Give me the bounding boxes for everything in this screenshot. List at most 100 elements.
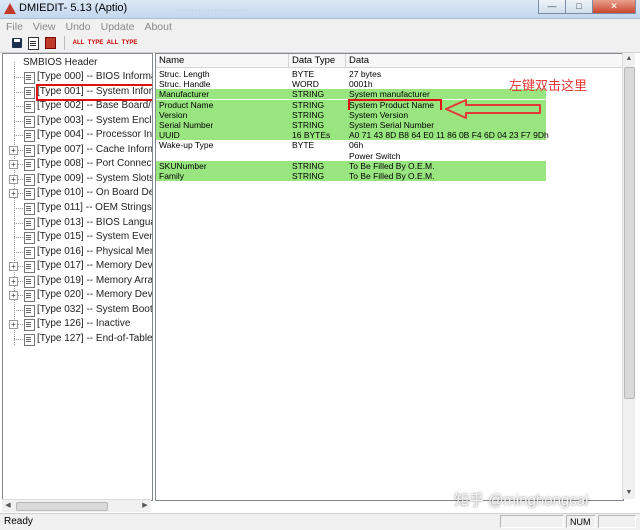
tree-item[interactable]: [Type 000] -- BIOS Informa <box>3 70 152 84</box>
expand-icon[interactable]: + <box>9 174 18 184</box>
tree-item[interactable]: [Type 004] -- Processor Info <box>3 128 152 143</box>
tree-item[interactable]: + [Type 017] -- Memory Devi <box>3 259 152 274</box>
cell-name: Struc. Length <box>159 69 210 79</box>
expand-icon[interactable]: + <box>9 276 18 286</box>
menu-view[interactable]: View <box>28 21 61 33</box>
table-row[interactable]: Wake-up Type BYTE 06h <box>156 140 546 150</box>
type-2-button[interactable]: TYPE <box>122 36 138 51</box>
document-icon <box>24 275 35 288</box>
tree-connector-line <box>14 338 23 340</box>
tree-item[interactable]: + [Type 126] -- Inactive <box>3 317 152 332</box>
tree-item[interactable]: [Type 015] -- System Event <box>3 230 153 245</box>
table-row[interactable]: SKUNumber STRING To Be Filled By O.E.M. <box>156 160 546 171</box>
document-icon <box>24 86 35 99</box>
cell-data-type: BYTE <box>292 69 315 79</box>
all-1-button[interactable]: ALL <box>71 36 86 51</box>
tree-connector-line <box>14 106 23 108</box>
column-header-data-type[interactable]: Data Type <box>289 54 346 67</box>
document-icon <box>24 333 35 346</box>
tree-item[interactable]: [Type 011] -- OEM Strings <box>3 201 152 215</box>
close-button[interactable]: ✕ <box>592 0 636 14</box>
tree-connector-line <box>14 222 23 224</box>
tree-item[interactable]: [Type 016] -- Physical Mem <box>3 245 152 259</box>
cell-name: Family <box>159 171 185 181</box>
tree-scroll-thumb[interactable] <box>16 502 108 511</box>
expand-icon[interactable]: + <box>9 320 18 330</box>
expand-icon[interactable]: + <box>9 291 18 301</box>
tree-connector-line <box>18 178 23 180</box>
menu-about[interactable]: About <box>139 21 176 33</box>
tree-item-label: [Type 011] -- OEM Strings <box>37 201 152 213</box>
menu-file[interactable]: File <box>0 21 28 33</box>
smbios-tree[interactable]: SMBIOS Header [Type 000] -- BIOS Informa… <box>2 53 153 501</box>
tree-item[interactable]: [Type 032] -- System Boot I <box>3 303 152 317</box>
save-button[interactable] <box>9 36 24 51</box>
all-2-icon: ALL <box>106 40 119 46</box>
all-1-icon: ALL <box>72 40 85 46</box>
save-icon <box>11 38 22 48</box>
tree-item-label: [Type 020] -- Memory Devi <box>37 289 153 301</box>
tree-item-label: [Type 008] -- Port Connecto <box>37 158 153 170</box>
cell-data: 0001h <box>349 79 373 90</box>
menu-undo[interactable]: Undo <box>61 21 96 33</box>
table-scroll-thumb[interactable] <box>624 67 635 399</box>
tree-item[interactable]: [Type 013] -- BIOS Languag <box>3 216 152 230</box>
minimize-button[interactable]: — <box>538 0 566 14</box>
tree-root[interactable]: SMBIOS Header <box>3 56 152 70</box>
table-header: Name Data Type Data <box>156 54 623 68</box>
table-row[interactable]: Serial Number STRING System Serial Number <box>156 120 546 130</box>
tree-item[interactable]: [Type 001] -- System Inform <box>3 83 152 101</box>
copy-button[interactable] <box>26 36 41 51</box>
table-row[interactable]: Power Switch <box>156 151 546 161</box>
tree-item[interactable]: + [Type 010] -- On Board Dev <box>3 186 152 201</box>
tree-connector-line <box>14 251 23 253</box>
scroll-right-icon[interactable]: ▶ <box>139 500 151 512</box>
tree-item-label: [Type 015] -- System Event <box>37 231 153 243</box>
tree-item[interactable]: + [Type 019] -- Memory Arra <box>3 274 152 288</box>
cell-data-type: STRING <box>292 109 325 120</box>
maximize-button[interactable]: □ <box>565 0 593 14</box>
tree-connector-line <box>18 193 23 195</box>
column-header-data[interactable]: Data <box>346 54 623 67</box>
scroll-left-icon[interactable]: ◀ <box>2 500 14 512</box>
scroll-up-icon[interactable]: ▲ <box>623 53 635 65</box>
tree-item[interactable]: + [Type 008] -- Port Connecto <box>3 157 153 172</box>
document-icon <box>24 246 35 259</box>
table-row[interactable]: Family STRING To Be Filled By O.E.M. <box>156 171 546 181</box>
tree-item-label: [Type 009] -- System Slots <box>37 172 153 184</box>
tree-item[interactable]: [Type 003] -- System Enclos <box>3 114 152 128</box>
cell-name: Manufacturer <box>159 89 210 100</box>
cell-data: 06h <box>349 140 364 151</box>
toolbar: ALL TYPE ALL TYPE <box>0 34 640 53</box>
tree-item[interactable]: [Type 002] -- Base Board/M <box>3 99 153 114</box>
tree-horizontal-scrollbar[interactable]: ◀ ▶ <box>2 499 151 512</box>
property-table: Name Data Type Data Struc. Length BYTE 27 … <box>155 53 624 501</box>
expand-icon[interactable]: + <box>9 145 18 155</box>
document-icon <box>24 217 35 230</box>
tree-connector-line <box>14 120 23 122</box>
expand-icon[interactable]: + <box>9 160 18 170</box>
type-1-button[interactable]: TYPE <box>88 36 104 51</box>
scroll-down-icon[interactable]: ▼ <box>623 487 635 499</box>
table-row[interactable]: UUID 16 BYTEs A0 71 43 8D B8 64 E0 11 86 0… <box>156 130 549 141</box>
tree-item[interactable]: [Type 127] -- End-of-Table <box>3 332 152 346</box>
all-2-button[interactable]: ALL <box>105 36 120 51</box>
tree-root-label: SMBIOS Header <box>23 57 98 68</box>
tree-item[interactable]: + [Type 009] -- System Slots <box>3 172 153 186</box>
menu-update[interactable]: Update <box>96 21 140 33</box>
tree-item-label: [Type 002] -- Base Board/M <box>37 100 153 112</box>
tree-connector-line <box>14 77 23 78</box>
document-icon <box>24 319 35 332</box>
tree-item-label: [Type 007] -- Cache Inform <box>37 143 153 155</box>
cell-data-type: STRING <box>292 120 325 130</box>
table-vertical-scrollbar[interactable]: ▲ ▼ <box>622 53 635 499</box>
tree-item[interactable]: + [Type 007] -- Cache Inform <box>3 143 153 157</box>
column-header-name[interactable]: Name <box>156 54 289 67</box>
status-bar: Ready NUM <box>0 513 640 530</box>
expand-icon[interactable]: + <box>9 262 18 272</box>
table-row[interactable]: Struc. Length BYTE 27 bytes <box>156 69 546 79</box>
table-row[interactable]: Struc. Handle WORD 0001h <box>156 79 546 89</box>
tree-item[interactable]: + [Type 020] -- Memory Devi <box>3 288 153 303</box>
delete-button[interactable] <box>43 36 58 51</box>
expand-icon[interactable]: + <box>9 189 18 199</box>
